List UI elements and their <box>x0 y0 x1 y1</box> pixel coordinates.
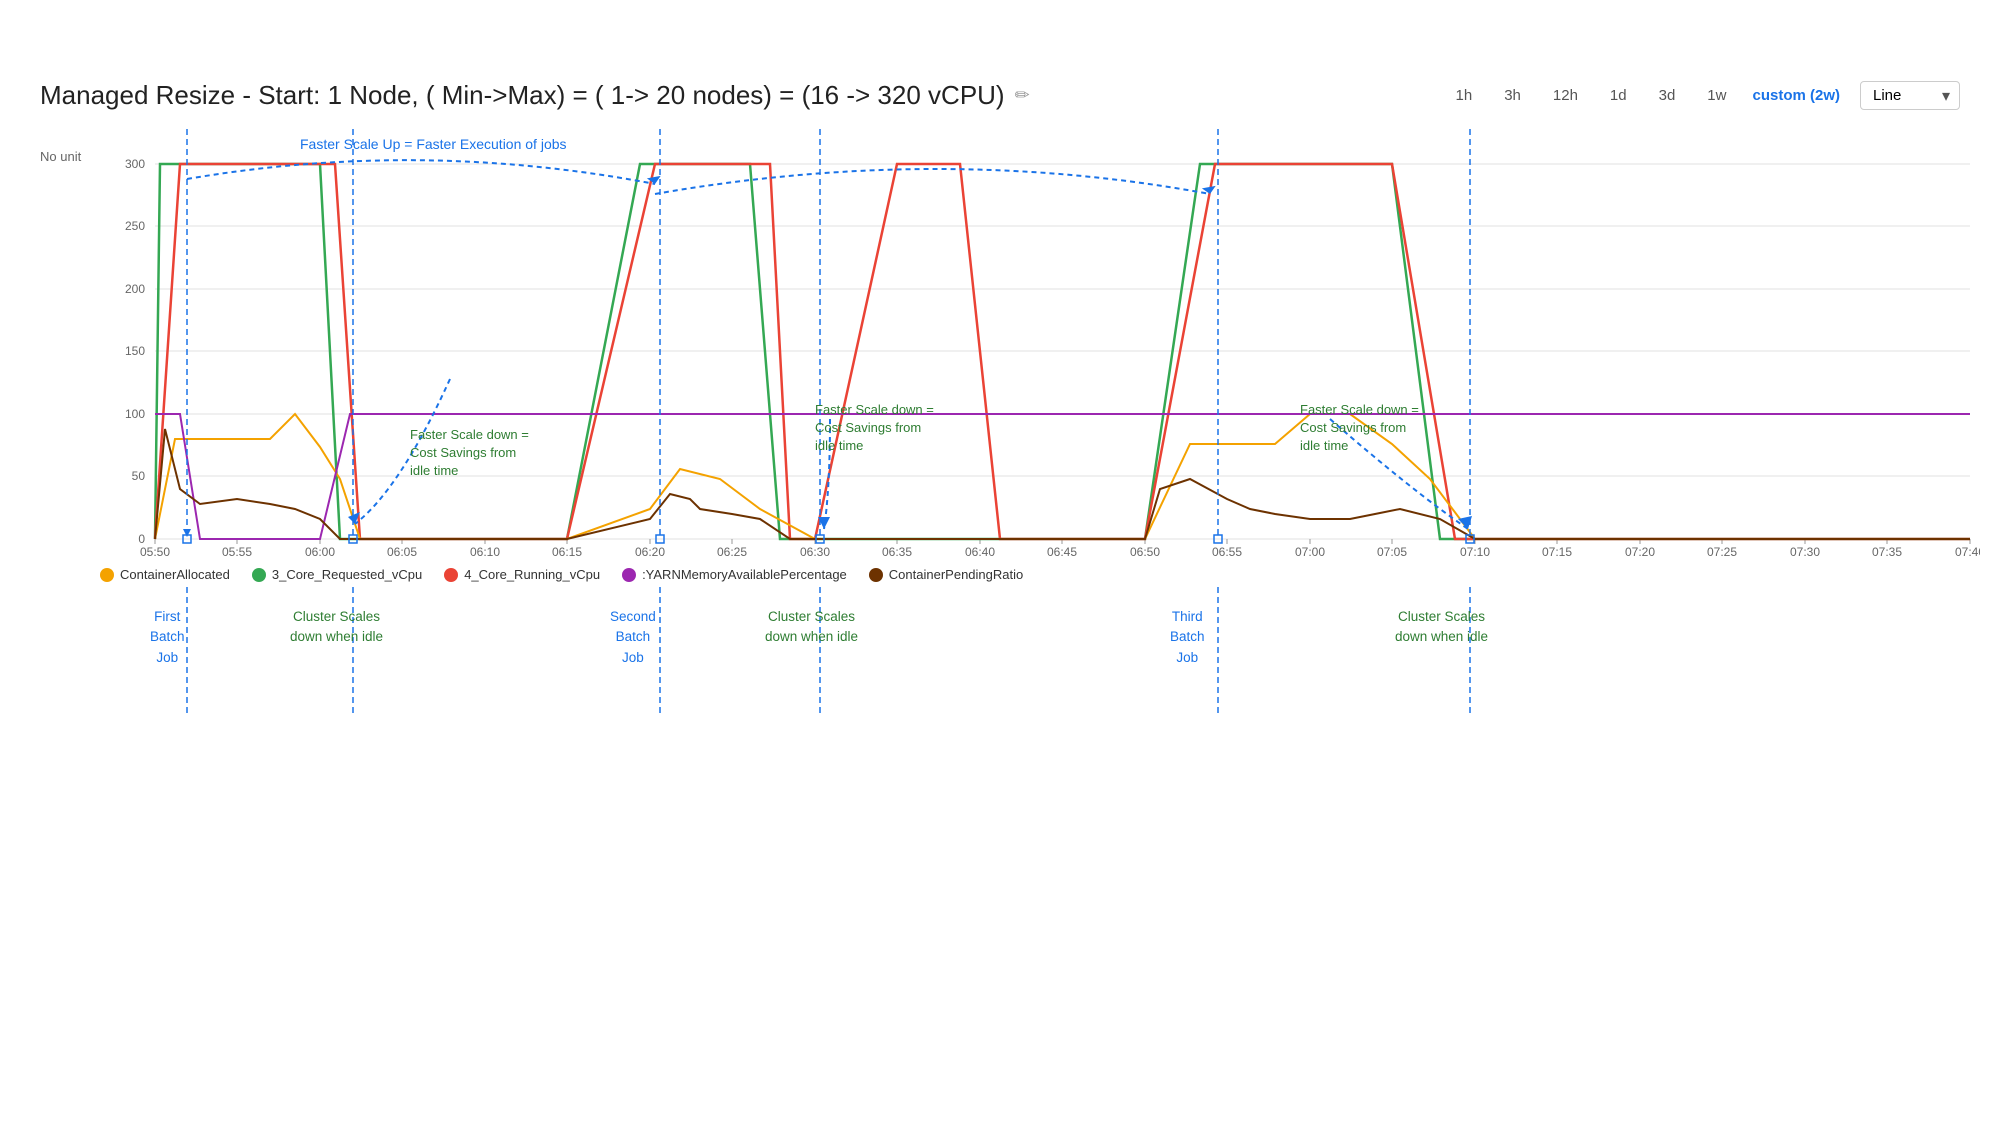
chart-type-dropdown[interactable]: Line Bar Area <box>1860 81 1960 110</box>
y-axis-label: No unit <box>40 149 81 164</box>
svg-text:06:50: 06:50 <box>1130 545 1160 559</box>
time-btn-1w[interactable]: 1w <box>1701 83 1732 108</box>
chart-type-dropdown-wrap: Line Bar Area <box>1860 81 1960 110</box>
svg-text:07:10: 07:10 <box>1460 545 1490 559</box>
svg-text:06:55: 06:55 <box>1212 545 1242 559</box>
svg-text:Faster Scale down =: Faster Scale down = <box>815 402 934 417</box>
svg-text:50: 50 <box>132 469 146 483</box>
legend-dot-brown <box>869 568 883 582</box>
legend-item-requested-vcpu: 3_Core_Requested_vCpu <box>252 567 422 582</box>
svg-text:07:25: 07:25 <box>1707 545 1737 559</box>
svg-text:Cost Savings from: Cost Savings from <box>815 420 921 435</box>
time-btn-3h[interactable]: 3h <box>1498 83 1527 108</box>
legend-item-container-pending: ContainerPendingRatio <box>869 567 1023 582</box>
legend-label-red: 4_Core_Running_vCpu <box>464 567 600 582</box>
svg-text:0: 0 <box>138 532 145 546</box>
svg-text:07:15: 07:15 <box>1542 545 1572 559</box>
legend-label-orange: ContainerAllocated <box>120 567 230 582</box>
time-controls: 1h 3h 12h 1d 3d 1w custom (2w) Line Bar … <box>1450 81 1960 110</box>
annotation-cluster-scale-down-1: Cluster Scalesdown when idle <box>290 607 383 648</box>
svg-text:200: 200 <box>125 282 145 296</box>
svg-text:07:35: 07:35 <box>1872 545 1902 559</box>
svg-text:300: 300 <box>125 157 145 171</box>
main-chart: .grid-line { stroke: #e0e0e0; stroke-wid… <box>100 129 1980 559</box>
annotation-first-batch: FirstBatchJob <box>150 607 185 668</box>
legend-row: ContainerAllocated 3_Core_Requested_vCpu… <box>100 567 1960 582</box>
svg-text:07:40: 07:40 <box>1955 545 1980 559</box>
svg-text:idle time: idle time <box>815 438 863 453</box>
svg-text:07:00: 07:00 <box>1295 545 1325 559</box>
time-btn-1h[interactable]: 1h <box>1450 83 1479 108</box>
svg-text:Faster Scale down =: Faster Scale down = <box>1300 402 1419 417</box>
legend-dot-orange <box>100 568 114 582</box>
svg-text:250: 250 <box>125 219 145 233</box>
svg-text:Cost Savings from: Cost Savings from <box>410 445 516 460</box>
svg-text:06:15: 06:15 <box>552 545 582 559</box>
svg-text:07:05: 07:05 <box>1377 545 1407 559</box>
svg-text:06:30: 06:30 <box>800 545 830 559</box>
time-btn-3d[interactable]: 3d <box>1653 83 1682 108</box>
legend-item-container-allocated: ContainerAllocated <box>100 567 230 582</box>
time-btn-custom[interactable]: custom (2w) <box>1752 87 1840 104</box>
annotation-second-batch: SecondBatchJob <box>610 607 656 668</box>
time-btn-12h[interactable]: 12h <box>1547 83 1584 108</box>
legend-dot-purple <box>622 568 636 582</box>
edit-icon[interactable]: ✏ <box>1015 85 1030 106</box>
legend-item-running-vcpu: 4_Core_Running_vCpu <box>444 567 600 582</box>
svg-text:07:20: 07:20 <box>1625 545 1655 559</box>
svg-text:idle time: idle time <box>1300 438 1348 453</box>
svg-text:05:55: 05:55 <box>222 545 252 559</box>
svg-text:06:05: 06:05 <box>387 545 417 559</box>
svg-text:06:45: 06:45 <box>1047 545 1077 559</box>
svg-text:06:20: 06:20 <box>635 545 665 559</box>
svg-text:06:40: 06:40 <box>965 545 995 559</box>
svg-text:100: 100 <box>125 407 145 421</box>
svg-text:Faster Scale down =: Faster Scale down = <box>410 427 529 442</box>
svg-text:Cost Savings from: Cost Savings from <box>1300 420 1406 435</box>
svg-text:idle time: idle time <box>410 463 458 478</box>
legend-dot-red <box>444 568 458 582</box>
annotation-cluster-scale-down-2: Cluster Scalesdown when idle <box>765 607 858 648</box>
legend-label-brown: ContainerPendingRatio <box>889 567 1023 582</box>
chart-area: No unit .grid-line { stroke: #e0e0e0; st… <box>40 129 1960 717</box>
svg-text:Faster Scale Up = Faster Exec: Faster Scale Up = Faster Execution of jo… <box>300 136 567 152</box>
legend-label-purple: :YARNMemoryAvailablePercentage <box>642 567 847 582</box>
title-text: Managed Resize - Start: 1 Node, ( Min->M… <box>40 80 1005 111</box>
svg-text:150: 150 <box>125 344 145 358</box>
time-btn-1d[interactable]: 1d <box>1604 83 1633 108</box>
header-row: Managed Resize - Start: 1 Node, ( Min->M… <box>40 80 1960 111</box>
svg-text:06:25: 06:25 <box>717 545 747 559</box>
svg-text:06:35: 06:35 <box>882 545 912 559</box>
svg-text:06:00: 06:00 <box>305 545 335 559</box>
chart-title: Managed Resize - Start: 1 Node, ( Min->M… <box>40 80 1030 111</box>
legend-dot-green <box>252 568 266 582</box>
annotation-cluster-scale-down-3: Cluster Scalesdown when idle <box>1395 607 1488 648</box>
annotation-third-batch: ThirdBatchJob <box>1170 607 1205 668</box>
svg-text:07:30: 07:30 <box>1790 545 1820 559</box>
legend-label-green: 3_Core_Requested_vCpu <box>272 567 422 582</box>
svg-text:06:10: 06:10 <box>470 545 500 559</box>
legend-item-yarn-memory: :YARNMemoryAvailablePercentage <box>622 567 847 582</box>
svg-text:05:50: 05:50 <box>140 545 170 559</box>
bottom-annotations: FirstBatchJob Cluster Scalesdown when id… <box>100 587 1960 717</box>
